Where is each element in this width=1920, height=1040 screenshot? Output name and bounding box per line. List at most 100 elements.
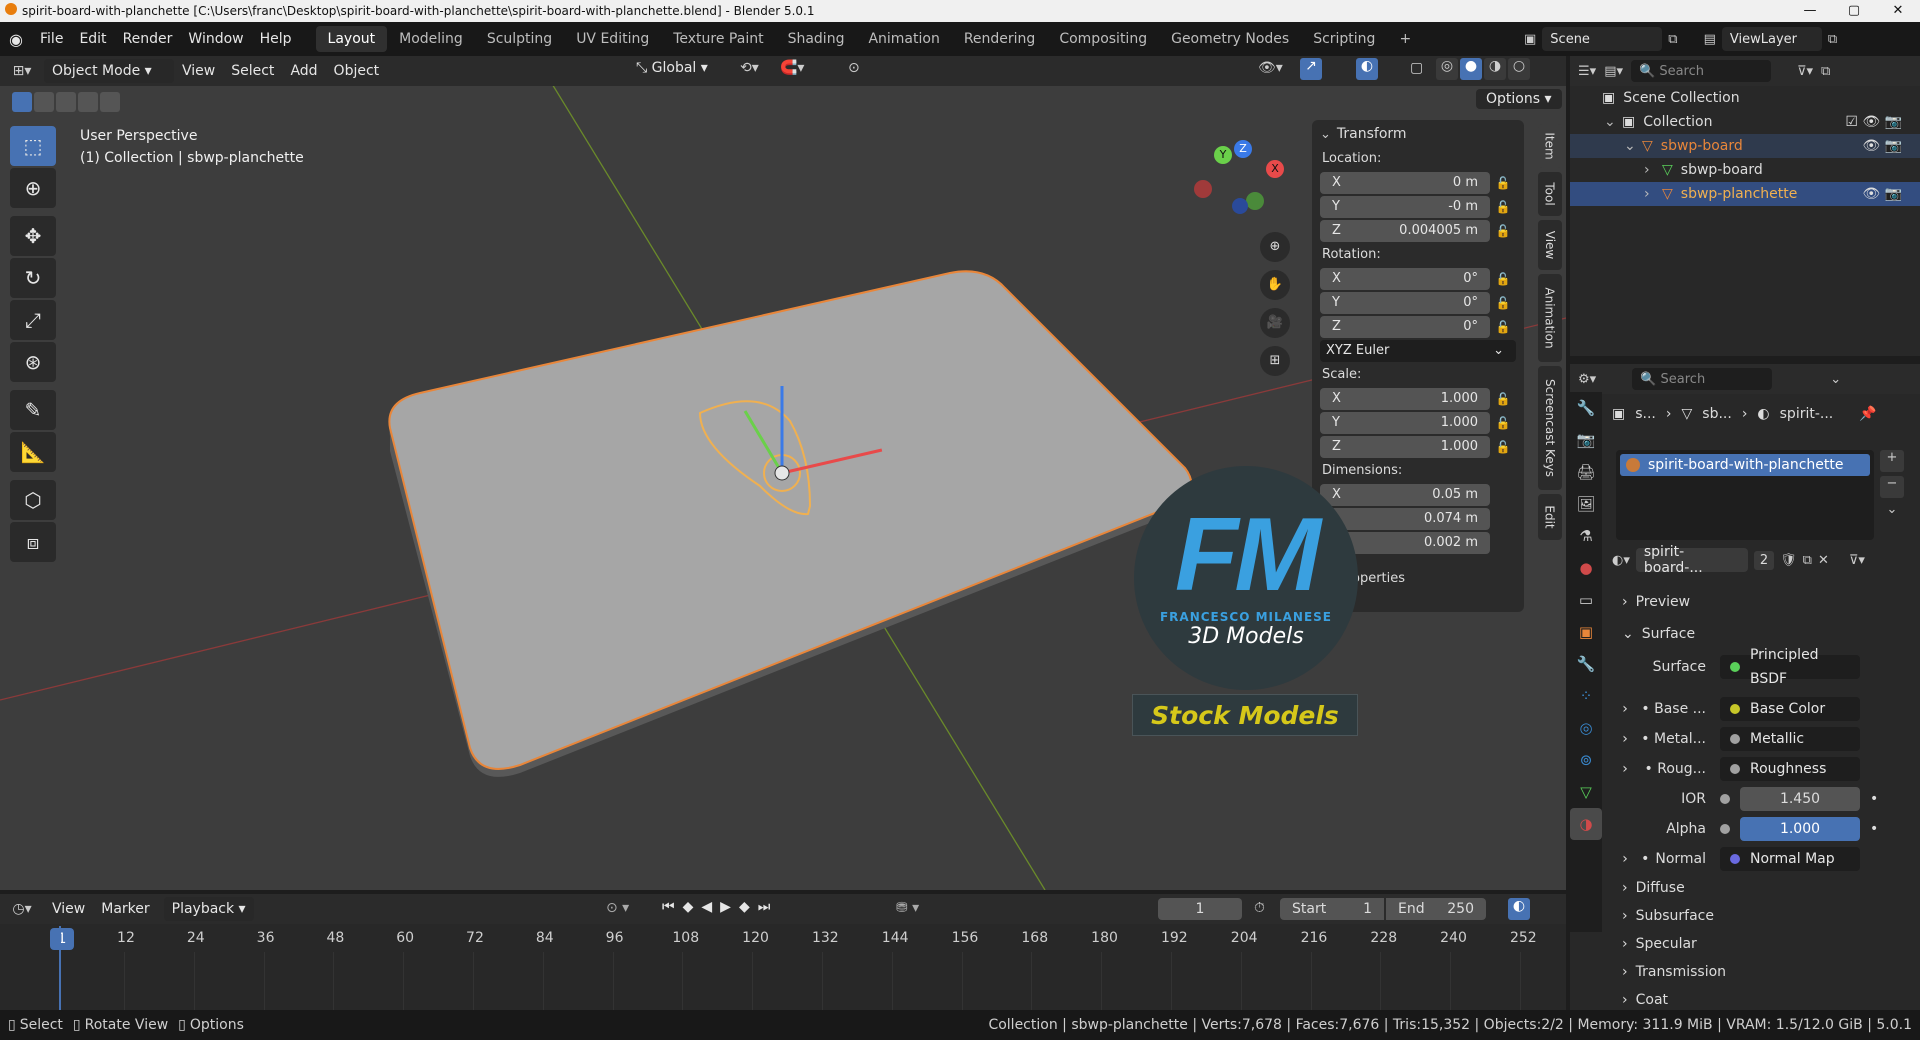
lock-icon[interactable]: 🔓 — [1490, 296, 1516, 310]
location-y-row[interactable]: Y -0 m 🔓 — [1320, 196, 1516, 218]
menu-edit[interactable]: Edit — [71, 22, 114, 56]
collection-props-icon[interactable]: ▭ — [1570, 584, 1602, 616]
expand-chevron-icon[interactable]: ⌄ — [1624, 138, 1642, 154]
lock-icon[interactable]: 🔓 — [1490, 416, 1516, 430]
rendered-shading-icon[interactable]: ○ — [1508, 58, 1530, 80]
xray-icon[interactable]: ▢ — [1410, 60, 1423, 76]
shading-modes[interactable]: ◎ ● ◑ ○ — [1436, 58, 1530, 80]
gizmo-x-icon[interactable]: X — [1266, 160, 1284, 178]
snap-icon[interactable]: 🧲▾ — [780, 60, 804, 76]
location-z-row[interactable]: Z 0.004005 m 🔓 — [1320, 220, 1516, 242]
zoom-icon[interactable]: ⊕ — [1260, 232, 1290, 262]
tab-view[interactable]: View — [1538, 220, 1562, 270]
minimize-button[interactable]: — — [1788, 0, 1832, 22]
rotation-mode-dropdown[interactable]: XYZ Euler ⌄ — [1320, 340, 1516, 362]
tab-modeling[interactable]: Modeling — [387, 26, 475, 52]
select-invert-icon[interactable] — [78, 92, 98, 112]
view-layer-field[interactable]: ViewLayer — [1721, 27, 1822, 51]
rotation-z-row[interactable]: Z 0° 🔓 — [1320, 316, 1516, 338]
alpha-field[interactable]: 1.000 — [1740, 817, 1860, 841]
expand-chevron-icon[interactable]: ⌄ — [1604, 114, 1622, 130]
bsdf-subsection[interactable]: › Transmission — [1612, 958, 1912, 986]
tab-compositing[interactable]: Compositing — [1047, 26, 1159, 52]
shader-input-field[interactable]: Metallic — [1720, 727, 1860, 751]
shader-input-field[interactable]: Base Color — [1720, 697, 1860, 721]
properties-editor-icon[interactable]: ⚙▾ — [1578, 372, 1596, 387]
surface-shader-field[interactable]: Principled BSDF — [1720, 647, 1860, 687]
material-users-count[interactable]: 2 — [1753, 550, 1775, 570]
options-dropdown[interactable]: Options ▾ — [1476, 89, 1562, 109]
tab-item[interactable]: Item — [1538, 124, 1562, 168]
scale-z-row[interactable]: Z 1.000 🔓 — [1320, 436, 1516, 458]
outliner-row[interactable]: › ▽ sbwp-planchette 👁 📷 — [1570, 182, 1920, 206]
remove-slot-icon[interactable]: − — [1880, 476, 1904, 498]
maximize-button[interactable]: ▢ — [1832, 0, 1876, 22]
outliner-row[interactable]: › ▽ sbwp-board — [1570, 158, 1920, 182]
gizmo-neg-x-icon[interactable] — [1194, 180, 1212, 198]
tab-scripting[interactable]: Scripting — [1301, 26, 1387, 52]
menu-file[interactable]: File — [32, 22, 71, 56]
lock-icon[interactable]: 🔓 — [1490, 200, 1516, 214]
select-intersect-icon[interactable] — [100, 92, 120, 112]
gizmo-y-icon[interactable]: Y — [1214, 146, 1232, 164]
annotate-tool-icon[interactable]: ✎ — [10, 390, 56, 430]
outliner-editor-icon[interactable]: ☰▾ — [1578, 64, 1596, 79]
properties-search-input[interactable]: 🔍 Search — [1632, 368, 1773, 390]
material-shading-icon[interactable]: ◑ — [1484, 58, 1506, 80]
visibility-eye-icon[interactable]: 👁 📷 — [1862, 186, 1902, 202]
ior-field[interactable]: 1.450 — [1740, 787, 1860, 811]
outliner-row[interactable]: ▣ Scene Collection — [1570, 86, 1920, 110]
navigation-gizmo[interactable]: Z Y X — [1190, 136, 1284, 226]
duplicate-material-icon[interactable]: ⧉ — [1803, 553, 1812, 568]
scale-y-row[interactable]: Y 1.000 🔓 — [1320, 412, 1516, 434]
solid-shading-icon[interactable]: ● — [1460, 58, 1482, 80]
bsdf-subsection[interactable]: › Subsurface — [1612, 902, 1912, 930]
slot-specials-icon[interactable]: ⌄ — [1880, 502, 1904, 524]
editor-type-icon[interactable]: ⊞▾ — [0, 63, 44, 79]
measure-tool-icon[interactable]: 📐 — [10, 432, 56, 472]
viewport-menu-select[interactable]: Select — [223, 56, 282, 86]
outliner-search-input[interactable]: 🔍 Search — [1631, 60, 1771, 82]
material-browse-icon[interactable]: ◐▾ — [1612, 553, 1630, 568]
material-slot-item[interactable]: spirit-board-with-planchette — [1620, 454, 1870, 476]
tab-shading[interactable]: Shading — [776, 26, 857, 52]
move-tool-icon[interactable]: ✥ — [10, 216, 56, 256]
scale-x-row[interactable]: X 1.000 🔓 — [1320, 388, 1516, 410]
pivot-icon[interactable]: ⟲▾ — [740, 60, 759, 76]
gizmo-toggle-icon[interactable]: ↗ — [1300, 58, 1322, 80]
select-subtract-icon[interactable] — [56, 92, 76, 112]
wireframe-shading-icon[interactable]: ◎ — [1436, 58, 1458, 80]
scene-props-icon[interactable]: ⚗ — [1570, 520, 1602, 552]
expand-chevron-icon[interactable]: › — [1612, 701, 1638, 717]
modifier-props-icon[interactable]: 🔧 — [1570, 648, 1602, 680]
pan-hand-icon[interactable]: ✋ — [1260, 270, 1290, 300]
constraints-props-icon[interactable]: ⊚ — [1570, 744, 1602, 776]
shader-input-field[interactable]: Roughness — [1720, 757, 1860, 781]
menu-help[interactable]: Help — [252, 22, 300, 56]
ortho-grid-icon[interactable]: ⊞ — [1260, 346, 1290, 376]
viewport-menu-view[interactable]: View — [174, 56, 223, 86]
add-cube-tool-icon[interactable]: ⬡ — [10, 480, 56, 520]
view-layer-icon[interactable]: ▤ — [1704, 32, 1716, 47]
fake-user-icon[interactable]: 🛡 — [1780, 553, 1797, 568]
new-view-layer-icon[interactable]: ⧉ — [1828, 32, 1837, 47]
add-slot-icon[interactable]: + — [1880, 450, 1904, 472]
tab-geometry-nodes[interactable]: Geometry Nodes — [1159, 26, 1301, 52]
tab-edit[interactable]: Edit — [1538, 494, 1562, 540]
lock-icon[interactable]: 🔓 — [1490, 440, 1516, 454]
orientation-dropdown[interactable]: ⤡ Global ▾ — [636, 60, 708, 76]
gizmo-z-icon[interactable]: Z — [1234, 140, 1252, 158]
lock-icon[interactable]: 🔓 — [1490, 176, 1516, 190]
tab-uv-editing[interactable]: UV Editing — [564, 26, 661, 52]
blender-menu-icon[interactable]: ◉ — [0, 30, 32, 49]
menu-window[interactable]: Window — [180, 22, 251, 56]
scene-field[interactable]: Scene — [1542, 27, 1663, 51]
select-new-icon[interactable] — [12, 92, 32, 112]
properties-options-icon[interactable]: ⌄ — [1830, 372, 1841, 387]
rotate-tool-icon[interactable]: ↻ — [10, 258, 56, 298]
camera-icon[interactable]: 🎥 — [1260, 308, 1290, 338]
timeline-ruler[interactable]: 1 12 24 36 48 60 72 84 96 108 120 132 144 156 168 180 19… — [0, 894, 1566, 1010]
expand-chevron-icon[interactable]: › — [1612, 851, 1638, 867]
material-props-icon[interactable]: ◑ — [1570, 808, 1602, 840]
view-layer-props-icon[interactable]: 🖼 — [1570, 488, 1602, 520]
